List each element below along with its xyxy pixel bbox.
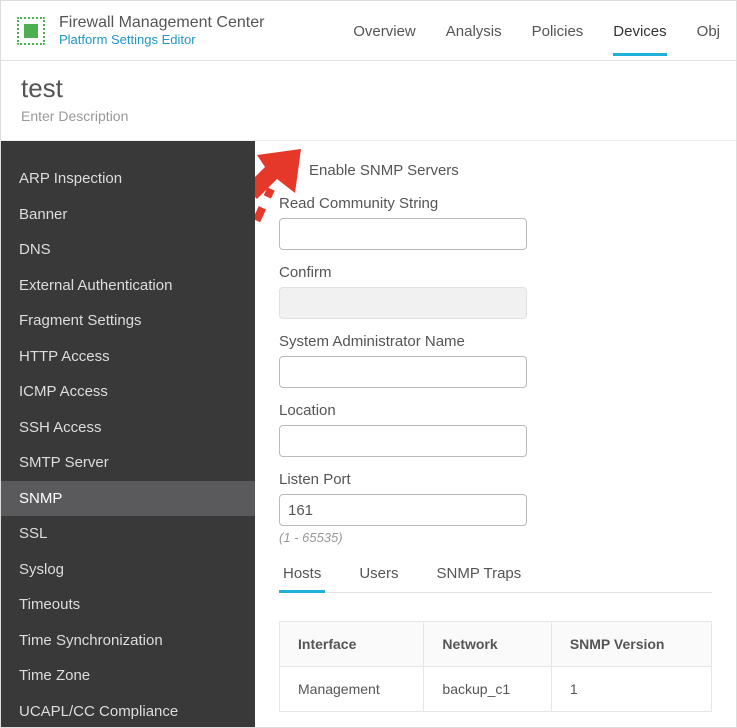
sidebar-item-fragment-settings[interactable]: Fragment Settings [1, 303, 255, 339]
hosts-table: Interface Network SNMP Version Managemen… [279, 621, 712, 712]
tab-hosts[interactable]: Hosts [279, 559, 325, 592]
th-snmp-version: SNMP Version [551, 622, 711, 667]
nav-policies[interactable]: Policies [532, 5, 584, 56]
nav-devices[interactable]: Devices [613, 5, 666, 56]
cell-version: 1 [551, 667, 711, 712]
sidebar-item-dns[interactable]: DNS [1, 232, 255, 268]
sidebar-item-time-zone[interactable]: Time Zone [1, 658, 255, 694]
th-interface: Interface [280, 622, 424, 667]
tab-users[interactable]: Users [355, 559, 402, 592]
page-description-placeholder[interactable]: Enter Description [21, 108, 716, 124]
tab-snmp-traps[interactable]: SNMP Traps [433, 559, 526, 592]
sidebar-item-banner[interactable]: Banner [1, 197, 255, 233]
brand-title: Firewall Management Center [59, 14, 264, 32]
main-body: ARP Inspection Banner DNS External Authe… [1, 141, 736, 727]
snmp-tabs: Hosts Users SNMP Traps [279, 559, 712, 593]
sidebar: ARP Inspection Banner DNS External Authe… [1, 141, 255, 727]
listen-port-help: (1 - 65535) [279, 530, 712, 545]
sidebar-item-timeouts[interactable]: Timeouts [1, 587, 255, 623]
nav-objects[interactable]: Obj [697, 5, 720, 56]
app-header: Firewall Management Center Platform Sett… [1, 1, 736, 61]
sidebar-item-syslog[interactable]: Syslog [1, 552, 255, 588]
location-input[interactable] [279, 425, 527, 457]
page-header: test Enter Description [1, 61, 736, 141]
th-network: Network [424, 622, 551, 667]
app-root: Firewall Management Center Platform Sett… [0, 0, 737, 728]
sidebar-item-external-authentication[interactable]: External Authentication [1, 268, 255, 304]
cell-network: backup_c1 [424, 667, 551, 712]
sidebar-item-ssh-access[interactable]: SSH Access [1, 410, 255, 446]
cell-interface: Management [280, 667, 424, 712]
brand-logo-icon [17, 17, 45, 45]
sidebar-item-ssl[interactable]: SSL [1, 516, 255, 552]
sidebar-item-http-access[interactable]: HTTP Access [1, 339, 255, 375]
table-row[interactable]: Management backup_c1 1 [280, 667, 712, 712]
sidebar-item-ucapl-cc-compliance[interactable]: UCAPL/CC Compliance [1, 694, 255, 728]
sidebar-item-snmp[interactable]: SNMP [1, 481, 255, 517]
read-community-label: Read Community String [279, 195, 712, 212]
page-title: test [21, 73, 716, 104]
admin-name-input[interactable] [279, 356, 527, 388]
sidebar-item-time-synchronization[interactable]: Time Synchronization [1, 623, 255, 659]
nav-analysis[interactable]: Analysis [446, 5, 502, 56]
sidebar-item-smtp-server[interactable]: SMTP Server [1, 445, 255, 481]
enable-snmp-label: Enable SNMP Servers [309, 162, 459, 179]
nav-overview[interactable]: Overview [353, 5, 416, 56]
read-community-input[interactable] [279, 218, 527, 250]
sidebar-item-icmp-access[interactable]: ICMP Access [1, 374, 255, 410]
enable-snmp-checkbox[interactable] [279, 161, 297, 179]
listen-port-input[interactable] [279, 494, 527, 526]
sidebar-item-arp-inspection[interactable]: ARP Inspection [1, 161, 255, 197]
admin-name-label: System Administrator Name [279, 333, 712, 350]
top-nav: Overview Analysis Policies Devices Obj [353, 1, 720, 60]
confirm-label: Confirm [279, 264, 712, 281]
brand-subtitle[interactable]: Platform Settings Editor [59, 32, 264, 47]
confirm-input[interactable] [279, 287, 527, 319]
content-panel: Enable SNMP Servers Read Community Strin… [255, 141, 736, 727]
location-label: Location [279, 402, 712, 419]
listen-port-label: Listen Port [279, 471, 712, 488]
